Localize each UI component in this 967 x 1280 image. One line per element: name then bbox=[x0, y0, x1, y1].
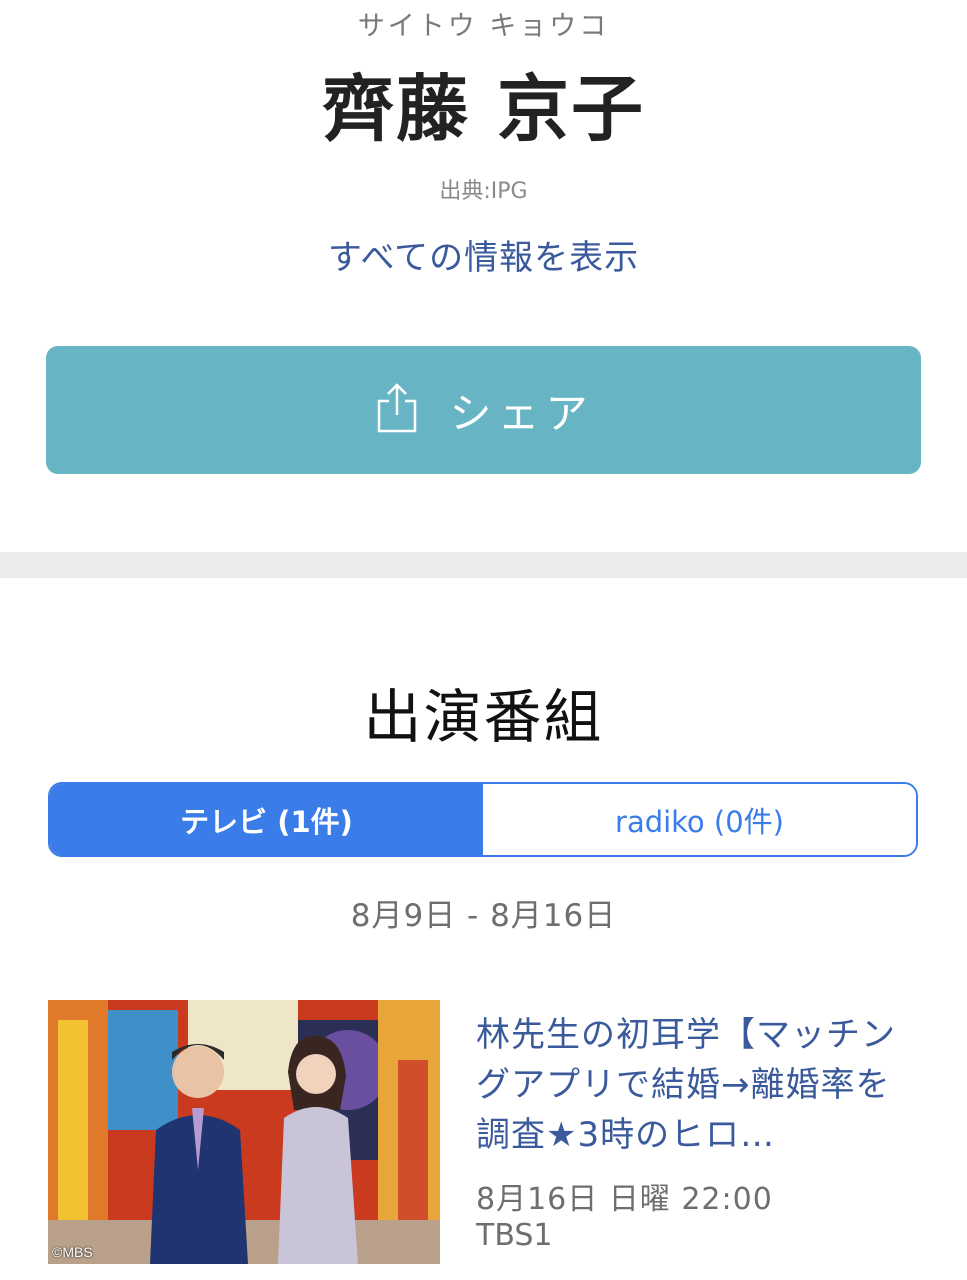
share-label: シェア bbox=[449, 388, 594, 438]
program-thumbnail[interactable]: ©MBS bbox=[48, 1000, 440, 1264]
share-upload-icon bbox=[373, 381, 421, 439]
section-divider bbox=[0, 552, 967, 578]
person-name: 齊藤 京子 bbox=[321, 67, 646, 151]
share-button[interactable]: シェア bbox=[46, 346, 921, 474]
appearances-heading: 出演番組 bbox=[363, 683, 604, 751]
show-all-info-link[interactable]: すべての情報を表示 bbox=[0, 230, 967, 279]
program-channel: TBS1 bbox=[476, 1218, 553, 1253]
image-credit: ©MBS bbox=[52, 1244, 93, 1260]
tab-radiko[interactable]: radiko (0件) bbox=[483, 784, 916, 855]
program-title-link[interactable]: 林先生の初耳学【マッチングアプリで結婚→離婚率を調査★3時のヒロ… bbox=[476, 1010, 916, 1160]
name-reading: サイトウ キョウコ bbox=[357, 11, 610, 42]
media-tabs: テレビ (1件) radiko (0件) bbox=[48, 782, 918, 857]
tab-tv[interactable]: テレビ (1件) bbox=[50, 784, 483, 855]
source-credit: 出典:IPG bbox=[439, 179, 528, 204]
program-datetime: 8月16日 日曜 22:00 bbox=[476, 1182, 773, 1217]
date-range: 8月9日 - 8月16日 bbox=[350, 898, 617, 934]
